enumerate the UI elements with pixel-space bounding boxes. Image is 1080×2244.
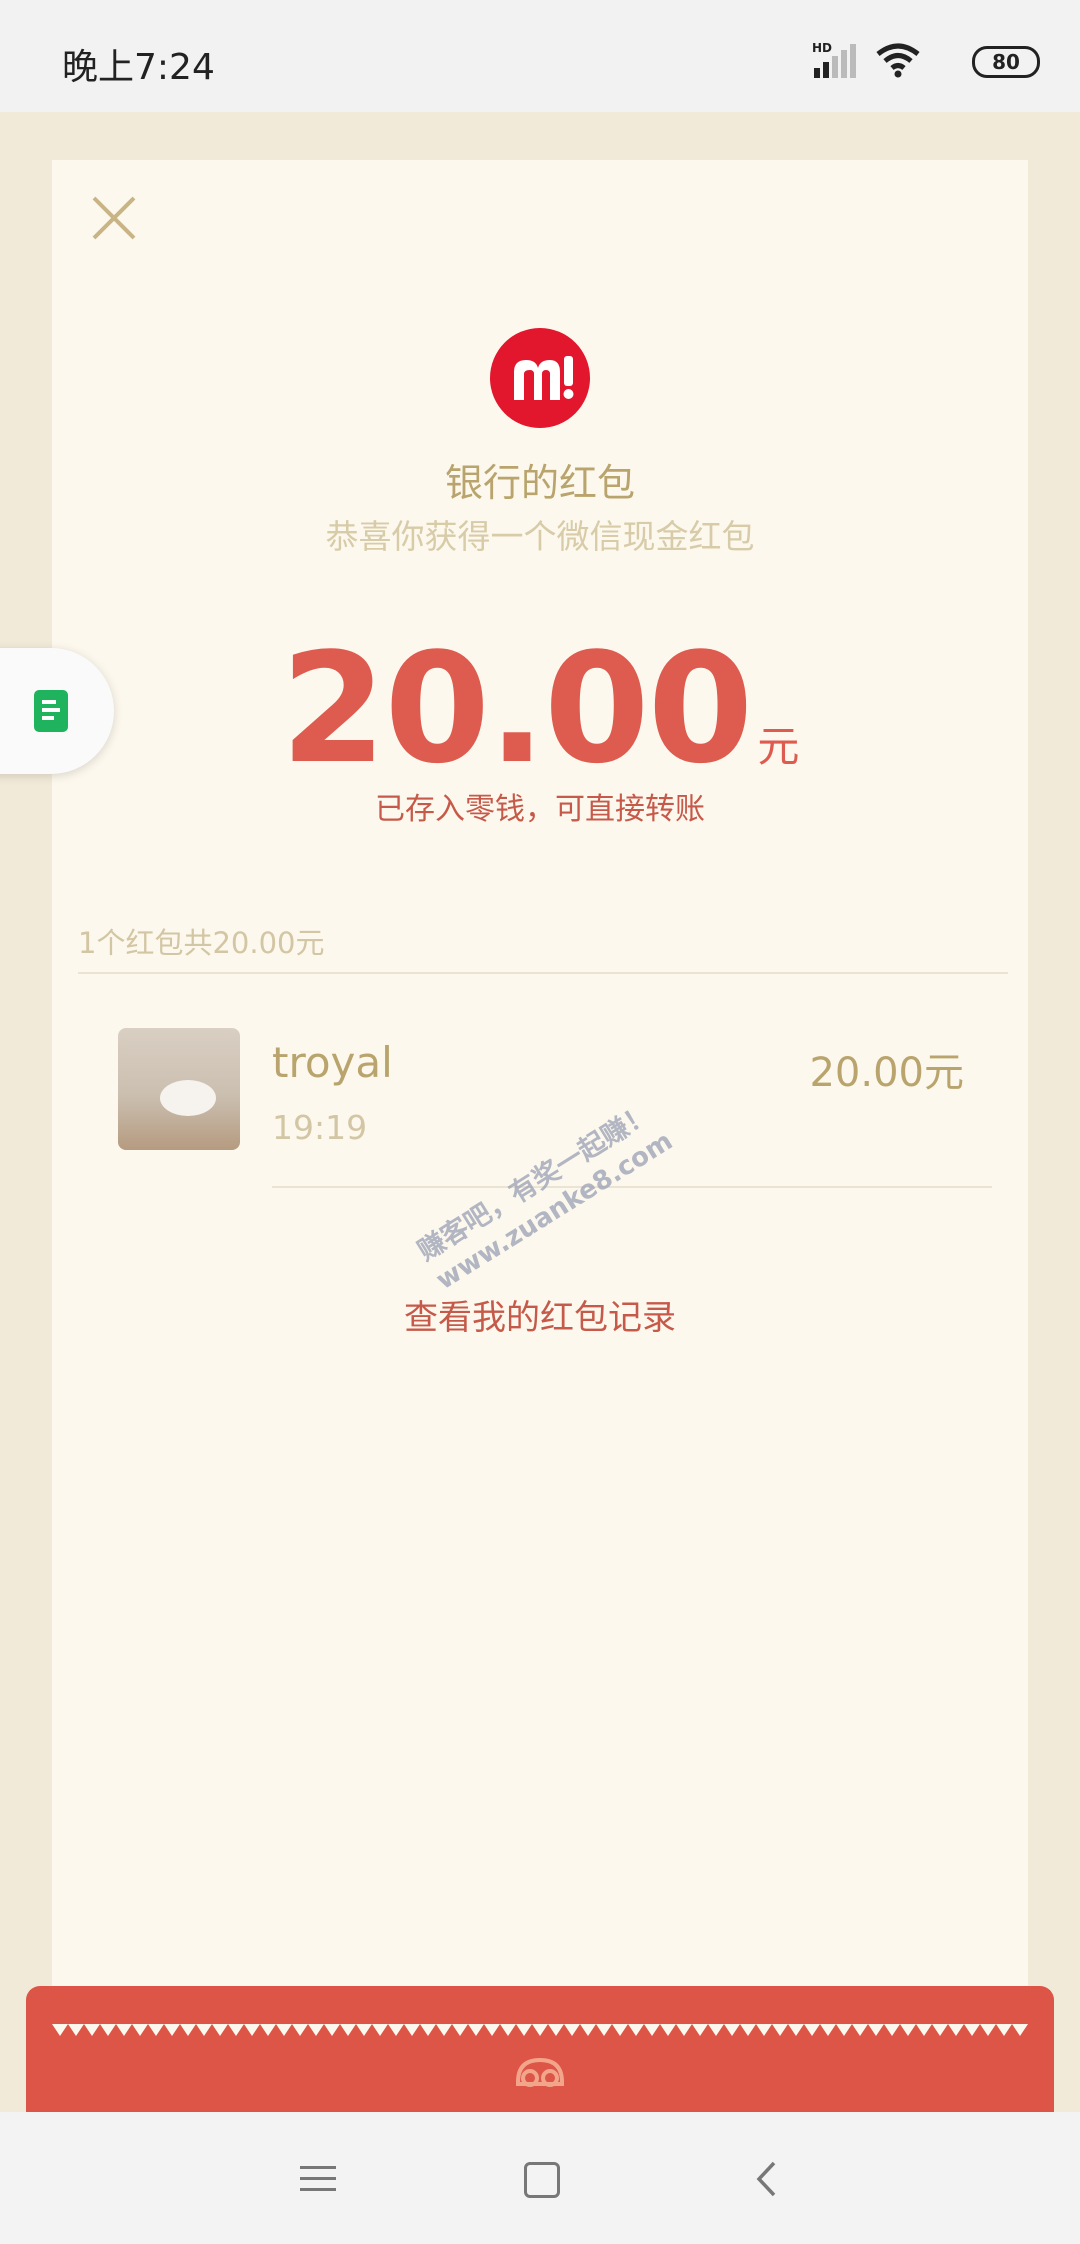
- divider: [272, 1186, 992, 1188]
- system-navigation-bar: [0, 2112, 1080, 2244]
- close-icon[interactable]: [88, 192, 140, 244]
- received-amount: 20.00元: [809, 1050, 964, 1096]
- status-icons: HD 80: [780, 40, 1040, 80]
- view-my-red-packet-records-link[interactable]: 查看我的红包记录: [52, 1290, 1028, 1339]
- network-label: HD: [812, 41, 832, 55]
- packet-subtitle: 恭喜你获得一个微信现金红包: [325, 517, 755, 556]
- received-time: 19:19: [272, 1108, 368, 1147]
- sender-title: 银行的红包: [444, 461, 635, 505]
- nav-menu-icon[interactable]: [300, 2164, 336, 2194]
- red-packet-footer: [26, 1986, 1054, 2112]
- packet-summary: 1个红包共20.00元: [78, 926, 325, 960]
- status-bar: 晚上7:24 HD 80: [0, 0, 1080, 112]
- battery-indicator: 80: [972, 46, 1040, 78]
- status-time: 晚上7:24: [62, 47, 215, 88]
- nav-back-icon[interactable]: [754, 2160, 778, 2198]
- red-packet-card: 银行的红包 恭喜你获得一个微信现金红包 20.00 元 已存入零钱，可直接转账 1…: [52, 160, 1028, 2030]
- nav-home-icon[interactable]: [524, 2162, 560, 2198]
- document-icon: [34, 690, 68, 732]
- amount-display: 20.00 元: [52, 620, 1028, 797]
- bank-logo-icon: [490, 328, 590, 428]
- avatar[interactable]: [118, 1028, 240, 1150]
- zigzag-edge: [52, 2024, 1028, 2036]
- divider: [78, 972, 1008, 974]
- list-item[interactable]: troyal 19:19 20.00元: [52, 1028, 1028, 1158]
- avatar-cat-image: [160, 1080, 216, 1116]
- packet-amount: 20.00: [280, 620, 754, 797]
- wifi-icon: [876, 43, 920, 78]
- signal-icon: HD: [812, 41, 856, 78]
- recipient-name: troyal: [272, 1038, 393, 1087]
- footer-emblem-icon: [516, 2057, 564, 2087]
- amount-unit: 元: [757, 722, 800, 771]
- saved-to-balance-note: 已存入零钱，可直接转账: [375, 792, 705, 827]
